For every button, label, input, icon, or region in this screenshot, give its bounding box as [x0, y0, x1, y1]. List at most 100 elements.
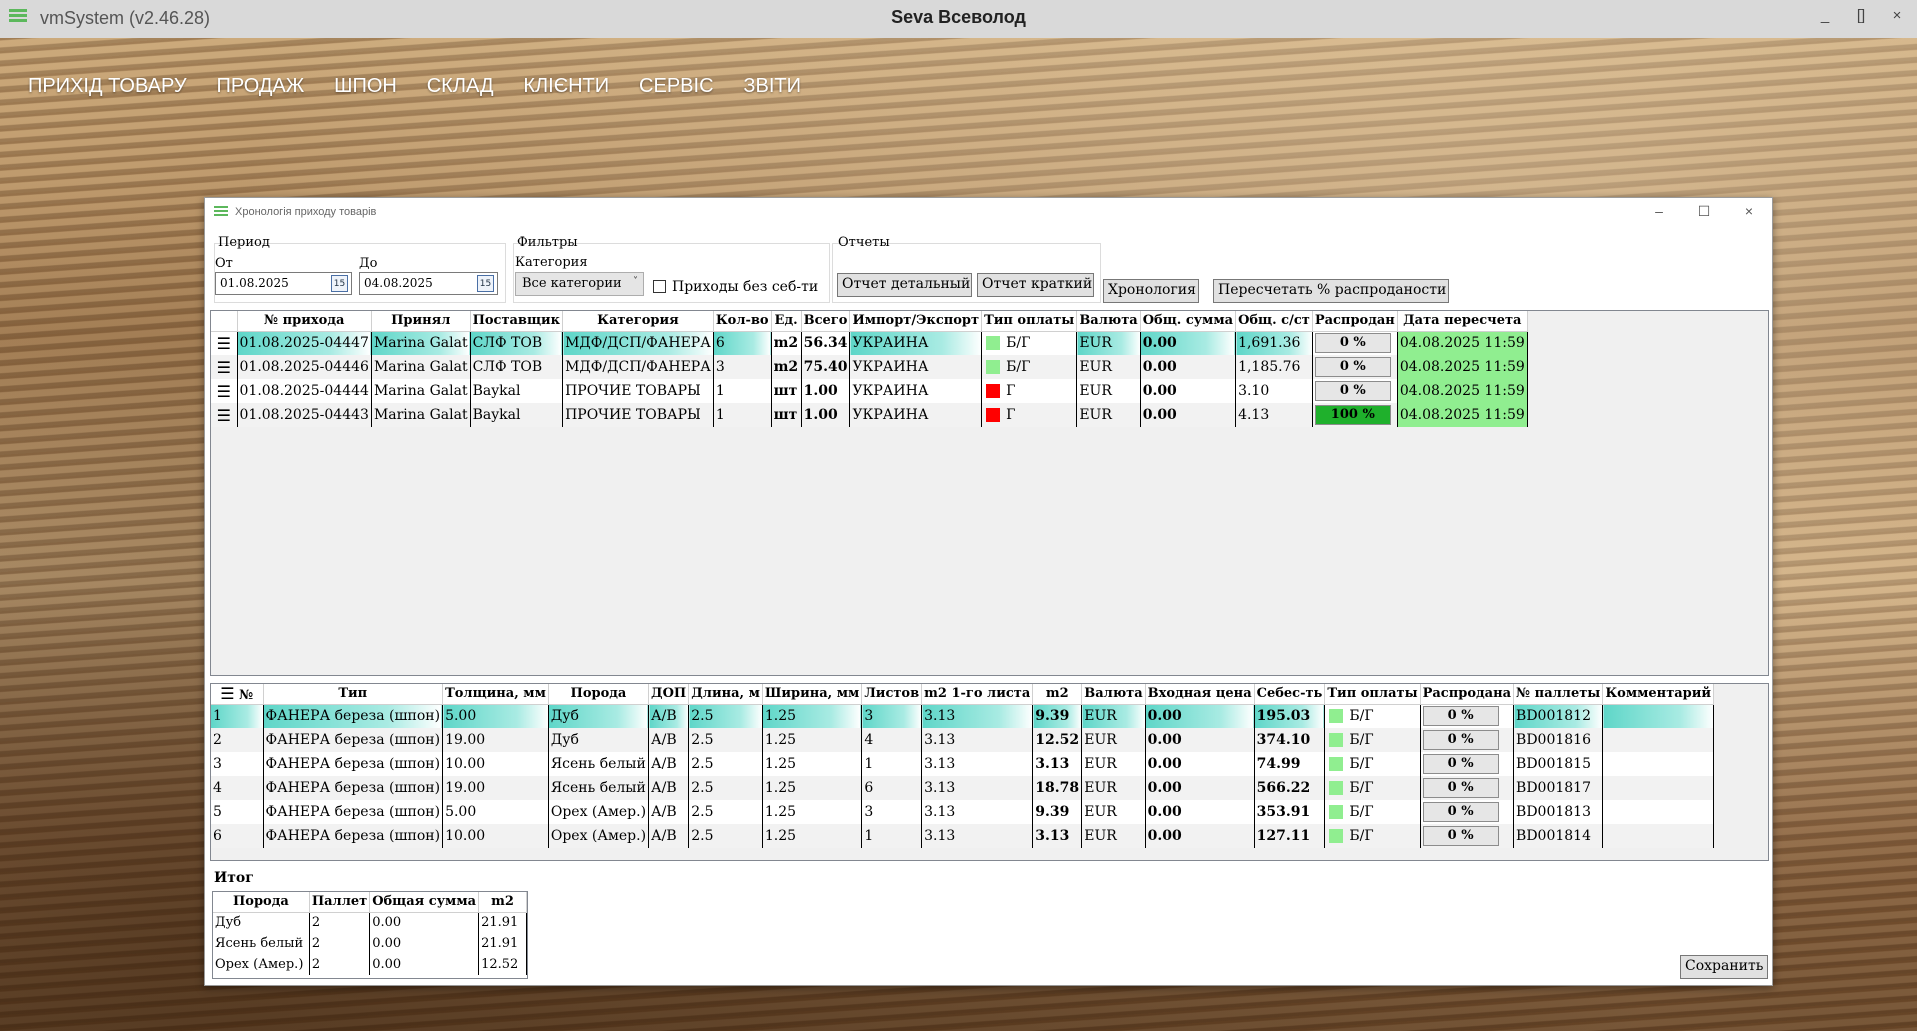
cost: 195.03: [1254, 704, 1326, 728]
nav-item-receipts[interactable]: ПРИХІД ТОВАРУ: [28, 75, 187, 97]
table-row[interactable]: ☰ 01.08.2025-04443 Marina Galat Baykal П…: [211, 403, 1528, 427]
column-header[interactable]: Паллет: [309, 892, 371, 913]
accepted-by: Marina Galat: [371, 379, 471, 403]
column-header[interactable]: Импорт/Экспорт: [849, 311, 983, 332]
minimize-button[interactable]: _: [1810, 7, 1840, 24]
table-row[interactable]: Ясень белый 2 0.00 21.91: [213, 933, 527, 954]
column-header[interactable]: Поставщик: [470, 311, 564, 332]
category-select[interactable]: Все категории ˅: [515, 272, 644, 296]
table-row[interactable]: Дуб 2 0.00 21.91: [213, 912, 527, 933]
table-row[interactable]: ☰ 01.08.2025-04446 Marina Galat СЛФ ТОВ …: [211, 355, 1528, 379]
column-header[interactable]: Входная цена: [1145, 684, 1255, 705]
restore-button[interactable]: []: [1846, 7, 1876, 24]
column-header[interactable]: Кол-во: [713, 311, 772, 332]
total: 1.00: [801, 379, 851, 403]
nav-item-sales[interactable]: ПРОДАЖ: [216, 75, 304, 97]
column-header[interactable]: m2 1-го листа: [921, 684, 1034, 705]
column-header[interactable]: Ширина, мм: [762, 684, 863, 705]
column-header[interactable]: m2: [1032, 684, 1083, 705]
nav-item-veneer[interactable]: ШПОН: [334, 75, 397, 97]
nav-item-service[interactable]: СЕРВІС: [639, 75, 713, 97]
column-header[interactable]: Длина, м: [688, 684, 763, 705]
m2-per-sheet: 3.13: [921, 752, 1034, 776]
window-close-button[interactable]: ×: [1739, 203, 1759, 219]
column-header[interactable]: Валюта: [1081, 684, 1146, 705]
column-header[interactable]: № паллеты: [1513, 684, 1604, 705]
column-header[interactable]: Ед.: [771, 311, 802, 332]
column-header[interactable]: Себес-ть: [1254, 684, 1326, 705]
column-header[interactable]: Общ. с/ст: [1235, 311, 1313, 332]
column-header[interactable]: Общ. сумма: [1140, 311, 1237, 332]
currency: EUR: [1076, 331, 1141, 355]
column-header[interactable]: Всего: [801, 311, 851, 332]
item-type: ФАНЕРА береза (шпон): [263, 824, 444, 848]
comment[interactable]: [1602, 728, 1715, 752]
report-detailed-button[interactable]: Отчет детальный: [837, 273, 972, 297]
column-header[interactable]: Валюта: [1076, 311, 1141, 332]
columns-menu-icon[interactable]: ☰: [220, 684, 234, 703]
row-menu-icon[interactable]: ☰: [211, 355, 238, 379]
window-maximize-button[interactable]: ☐: [1694, 203, 1714, 220]
table-row[interactable]: ☰ 01.08.2025-04444 Marina Galat Baykal П…: [211, 379, 1528, 403]
table-row[interactable]: 2 ФАНЕРА береза (шпон) 19.00 Дуб А/В 2.5 1.25 4…: [211, 728, 1715, 752]
column-header[interactable]: Комментарий: [1602, 684, 1715, 705]
width: 1.25: [762, 800, 863, 824]
column-header[interactable]: Распродана: [1420, 684, 1515, 705]
calendar-icon[interactable]: 15: [477, 275, 494, 292]
column-header[interactable]: Общая сумма: [369, 892, 480, 913]
current-user: Seva Всеволод: [891, 7, 1026, 27]
column-header[interactable]: Категория: [562, 311, 714, 332]
payment-type-cell: Б/Г: [1324, 728, 1421, 752]
recalc-button[interactable]: Пересчетать % распроданости: [1213, 279, 1449, 303]
close-button[interactable]: ×: [1882, 7, 1912, 24]
column-header[interactable]: Дата пересчета: [1397, 311, 1528, 332]
column-header[interactable]: m2: [478, 892, 527, 913]
column-header[interactable]: Тип оплаты: [981, 311, 1078, 332]
m2: 12.52: [1032, 728, 1083, 752]
total-cost: 1,185.76: [1235, 355, 1313, 379]
total-sum: 0.00: [1140, 331, 1237, 355]
row-menu-icon[interactable]: ☰: [211, 403, 238, 427]
column-header[interactable]: ДОП: [648, 684, 690, 705]
table-row[interactable]: 5 ФАНЕРА береза (шпон) 5.00 Орех (Амер.) А/В…: [211, 800, 1715, 824]
comment[interactable]: [1602, 800, 1715, 824]
payment-type: Б/Г: [1349, 732, 1374, 748]
no-cost-checkbox[interactable]: [653, 280, 666, 293]
table-row[interactable]: 1 ФАНЕРА береза (шпон) 5.00 Дуб А/В 2.5 1.25 3 3…: [211, 704, 1715, 728]
date-to-input[interactable]: 04.08.2025 15: [359, 272, 498, 295]
item-type: ФАНЕРА береза (шпон): [263, 704, 444, 728]
comment[interactable]: [1602, 752, 1715, 776]
length: 2.5: [688, 776, 763, 800]
column-header[interactable]: Порода: [213, 892, 310, 913]
table-row[interactable]: 6 ФАНЕРА береза (шпон) 10.00 Орех (Амер.) А/…: [211, 824, 1715, 848]
column-header[interactable]: Толщина, мм: [442, 684, 549, 705]
column-header[interactable]: Тип: [263, 684, 444, 705]
row-menu-icon[interactable]: ☰: [211, 331, 238, 355]
column-header[interactable]: Тип оплаты: [1324, 684, 1421, 705]
column-header[interactable]: № прихода: [237, 311, 372, 332]
comment[interactable]: [1602, 824, 1715, 848]
column-header[interactable]: Порода: [548, 684, 650, 705]
column-header[interactable]: Принял: [371, 311, 471, 332]
window-minimize-button[interactable]: –: [1649, 203, 1669, 219]
column-header[interactable]: ☰ №: [211, 684, 264, 705]
payment-type: Г: [1006, 383, 1016, 399]
calendar-icon[interactable]: 15: [331, 275, 348, 292]
table-row[interactable]: 3 ФАНЕРА береза (шпон) 10.00 Ясень белый А/В…: [211, 752, 1715, 776]
comment[interactable]: [1602, 704, 1715, 728]
column-header[interactable]: Распродан: [1312, 311, 1398, 332]
table-row[interactable]: ☰ 01.08.2025-04447 Marina Galat СЛФ ТОВ …: [211, 331, 1528, 355]
table-row[interactable]: 4 ФАНЕРА береза (шпон) 19.00 Ясень белый А/В…: [211, 776, 1715, 800]
chronology-button[interactable]: Хронология: [1103, 279, 1199, 303]
table-row[interactable]: Орех (Амер.) 2 0.00 12.52: [213, 954, 527, 975]
comment[interactable]: [1602, 776, 1715, 800]
nav-item-reports[interactable]: ЗВІТИ: [743, 75, 801, 97]
nav-item-clients[interactable]: КЛІЄНТИ: [523, 75, 609, 97]
date-from-input[interactable]: 01.08.2025 15: [215, 272, 352, 295]
nav-item-warehouse[interactable]: СКЛАД: [427, 75, 494, 97]
report-brief-button[interactable]: Отчет краткий: [977, 273, 1094, 297]
row-menu-icon[interactable]: ☰: [211, 379, 238, 403]
save-button[interactable]: Сохранить: [1680, 955, 1768, 979]
input-price: 0.00: [1145, 728, 1255, 752]
column-header[interactable]: Листов: [861, 684, 923, 705]
